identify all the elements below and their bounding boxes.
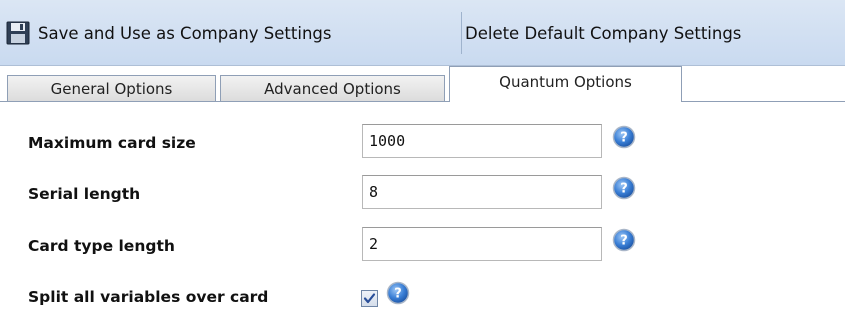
help-question-icon[interactable]: ?	[612, 125, 636, 149]
card-type-length-label: Card type length	[28, 237, 175, 255]
form-row-card-type-length: Card type length ?	[0, 227, 845, 267]
svg-text:?: ?	[620, 131, 628, 146]
split-variables-label: Split all variables over card	[28, 288, 269, 306]
quantum-settings-panel: Save and Use as Company Settings Delete …	[0, 0, 845, 318]
help-question-icon[interactable]: ?	[386, 281, 410, 305]
split-variables-checkbox[interactable]	[361, 290, 378, 307]
svg-text:?: ?	[620, 182, 628, 197]
tab-general-options[interactable]: General Options	[7, 75, 216, 101]
delete-button-label: Delete Default Company Settings	[465, 23, 742, 43]
max-card-size-label: Maximum card size	[28, 134, 196, 152]
tab-label: Advanced Options	[264, 79, 401, 98]
serial-length-input[interactable]	[362, 175, 602, 209]
svg-text:?: ?	[620, 234, 628, 249]
tab-bar: General Options Advanced Options Quantum…	[0, 66, 845, 103]
serial-length-label: Serial length	[28, 185, 141, 203]
tab-baseline	[0, 101, 845, 102]
card-type-length-input[interactable]	[362, 227, 602, 261]
tab-label: General Options	[50, 79, 173, 98]
save-button-label: Save and Use as Company Settings	[38, 23, 332, 43]
max-card-size-input[interactable]	[362, 124, 602, 158]
help-question-icon[interactable]: ?	[612, 228, 636, 252]
tab-quantum-options[interactable]: Quantum Options	[449, 66, 682, 103]
delete-company-settings-button[interactable]: Delete Default Company Settings	[465, 14, 741, 52]
form-row-max-card-size: Maximum card size ?	[0, 124, 845, 164]
floppy-disk-icon	[6, 21, 30, 45]
tab-label: Quantum Options	[499, 73, 632, 91]
help-question-icon[interactable]: ?	[612, 176, 636, 200]
toolbar: Save and Use as Company Settings Delete …	[0, 0, 845, 66]
form-row-split-variables: Split all variables over card ?	[0, 278, 845, 318]
toolbar-separator	[461, 12, 462, 54]
svg-text:?: ?	[394, 287, 402, 302]
form-row-serial-length: Serial length ?	[0, 175, 845, 215]
tab-advanced-options[interactable]: Advanced Options	[220, 75, 445, 101]
checkmark-icon	[363, 293, 376, 304]
save-company-settings-button[interactable]: Save and Use as Company Settings	[6, 14, 331, 52]
